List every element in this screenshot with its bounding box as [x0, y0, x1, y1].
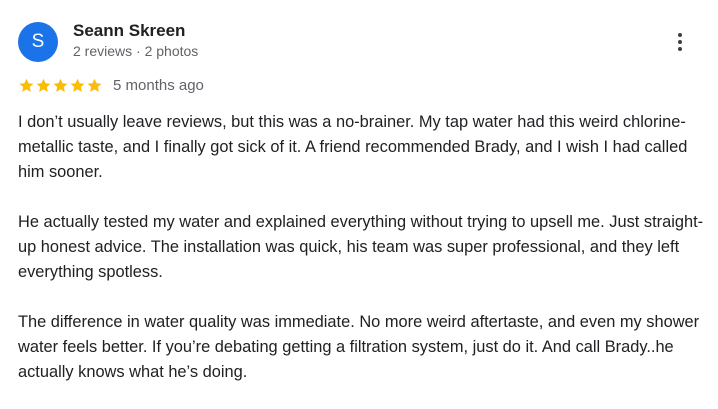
avatar-letter: S	[31, 31, 45, 52]
star-icon	[19, 78, 34, 92]
review-text: I don’t usually leave reviews, but this …	[18, 110, 708, 385]
star-icon	[36, 78, 51, 92]
reviewer-meta: 2 reviews · 2 photos	[73, 43, 199, 59]
review-paragraph: He actually tested my water and explaine…	[18, 213, 704, 281]
star-icon	[87, 78, 102, 92]
more-options-button[interactable]	[666, 28, 694, 56]
star-icon	[70, 78, 85, 92]
more-vert-icon-dot	[678, 40, 682, 44]
more-vert-icon	[678, 33, 682, 37]
review-paragraph: I don’t usually leave reviews, but this …	[18, 113, 688, 181]
review-card: S Seann Skreen 2 reviews · 2 photos 5 mo…	[0, 0, 718, 409]
rating-row: 5 months ago	[18, 75, 204, 95]
avatar[interactable]: S	[18, 22, 58, 62]
review-paragraph: The difference in water quality was imme…	[18, 313, 700, 381]
star-rating	[18, 77, 103, 94]
review-date: 5 months ago	[113, 76, 204, 94]
more-vert-icon-dot	[678, 47, 682, 51]
reviewer-name[interactable]: Seann Skreen	[73, 20, 185, 42]
star-icon	[53, 78, 68, 92]
